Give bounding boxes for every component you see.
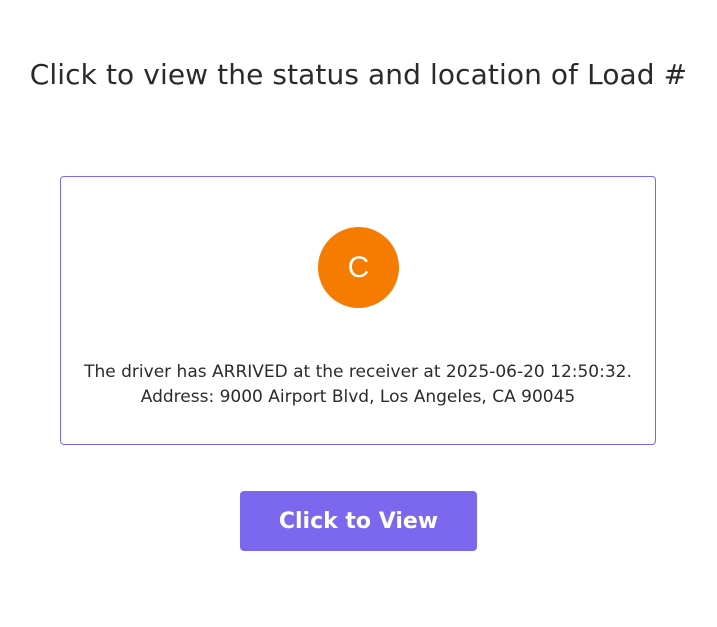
status-message: The driver has ARRIVED at the receiver a…: [61, 360, 655, 410]
avatar: C: [318, 227, 399, 308]
view-button[interactable]: Click to View: [240, 491, 477, 551]
load-status-card: C The driver has ARRIVED at the receiver…: [60, 176, 656, 445]
page-title: Click to view the status and location of…: [29, 58, 688, 91]
avatar-letter: C: [347, 250, 370, 284]
status-line: The driver has ARRIVED at the receiver a…: [84, 362, 632, 382]
address-line: Address: 9000 Airport Blvd, Los Angeles,…: [140, 387, 576, 407]
